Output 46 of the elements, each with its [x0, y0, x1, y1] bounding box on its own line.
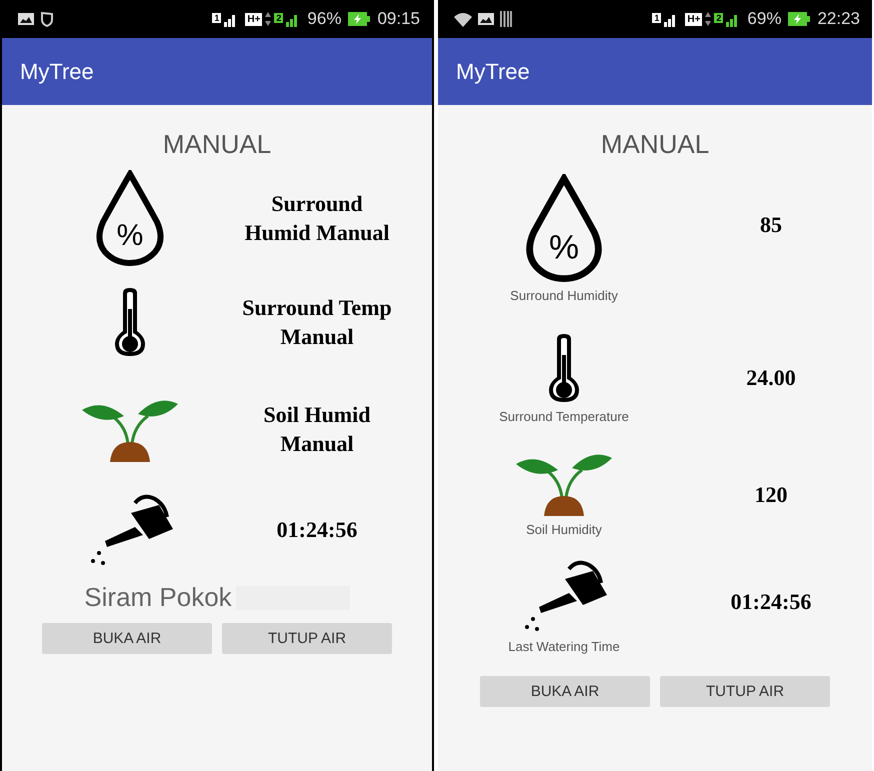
section-label: Siram Pokok	[84, 582, 232, 613]
battery-icon	[788, 12, 810, 26]
sensor-label: 01:24:56	[276, 516, 358, 544]
sim-number: 1	[212, 13, 222, 23]
screen-heading: MANUAL	[162, 129, 272, 160]
clock-time: 22:23	[817, 9, 860, 29]
drop-icon	[96, 171, 164, 266]
app-title: MyTree	[20, 58, 94, 84]
percent-sign: %	[549, 228, 579, 266]
network-type: H+	[685, 12, 702, 26]
sensor-reading: 120	[754, 481, 788, 509]
sensor-reading: 85	[759, 211, 783, 239]
thermometer-icon	[547, 333, 581, 403]
sensor-caption: Last Watering Time	[508, 639, 620, 654]
sensor-reading: 24.00	[745, 364, 797, 392]
sensor-caption: Surround Temperature	[499, 409, 629, 424]
app-title: MyTree	[456, 58, 530, 84]
data-arrows-icon	[705, 12, 712, 26]
battery-icon	[348, 12, 370, 26]
sensor-label: Surround Humid Manual	[244, 190, 390, 247]
percent-sign: %	[116, 219, 144, 252]
wifi-icon	[454, 12, 472, 26]
action-button[interactable]: TUTUP AIR	[222, 623, 392, 654]
shield-icon	[40, 11, 54, 27]
sim-number: 2	[274, 13, 284, 23]
sensor-label: Surround Temp Manual	[241, 294, 393, 351]
thermometer-icon	[113, 287, 147, 357]
action-button[interactable]: BUKA AIR	[480, 676, 650, 707]
battery-percent: 96%	[307, 9, 342, 29]
image-icon	[18, 13, 34, 25]
sensor-reading: 01:24:56	[730, 588, 812, 616]
network-type: H+	[245, 12, 262, 26]
sensor-caption: Soil Humidity	[526, 522, 602, 537]
barcode-icon	[500, 11, 512, 27]
sensor-caption: Surround Humidity	[510, 288, 618, 303]
action-button[interactable]: TUTUP AIR	[660, 676, 830, 707]
image-icon	[478, 13, 494, 25]
sensor-label: Soil Humid Manual	[262, 401, 372, 458]
sim-number: 1	[652, 13, 662, 23]
action-button[interactable]: BUKA AIR	[42, 623, 212, 654]
data-arrows-icon	[265, 12, 272, 26]
battery-percent: 69%	[747, 9, 782, 29]
sim-number: 2	[714, 13, 724, 23]
drop-icon	[526, 175, 602, 282]
clock-time: 09:15	[377, 9, 420, 29]
screen-heading: MANUAL	[600, 129, 710, 160]
